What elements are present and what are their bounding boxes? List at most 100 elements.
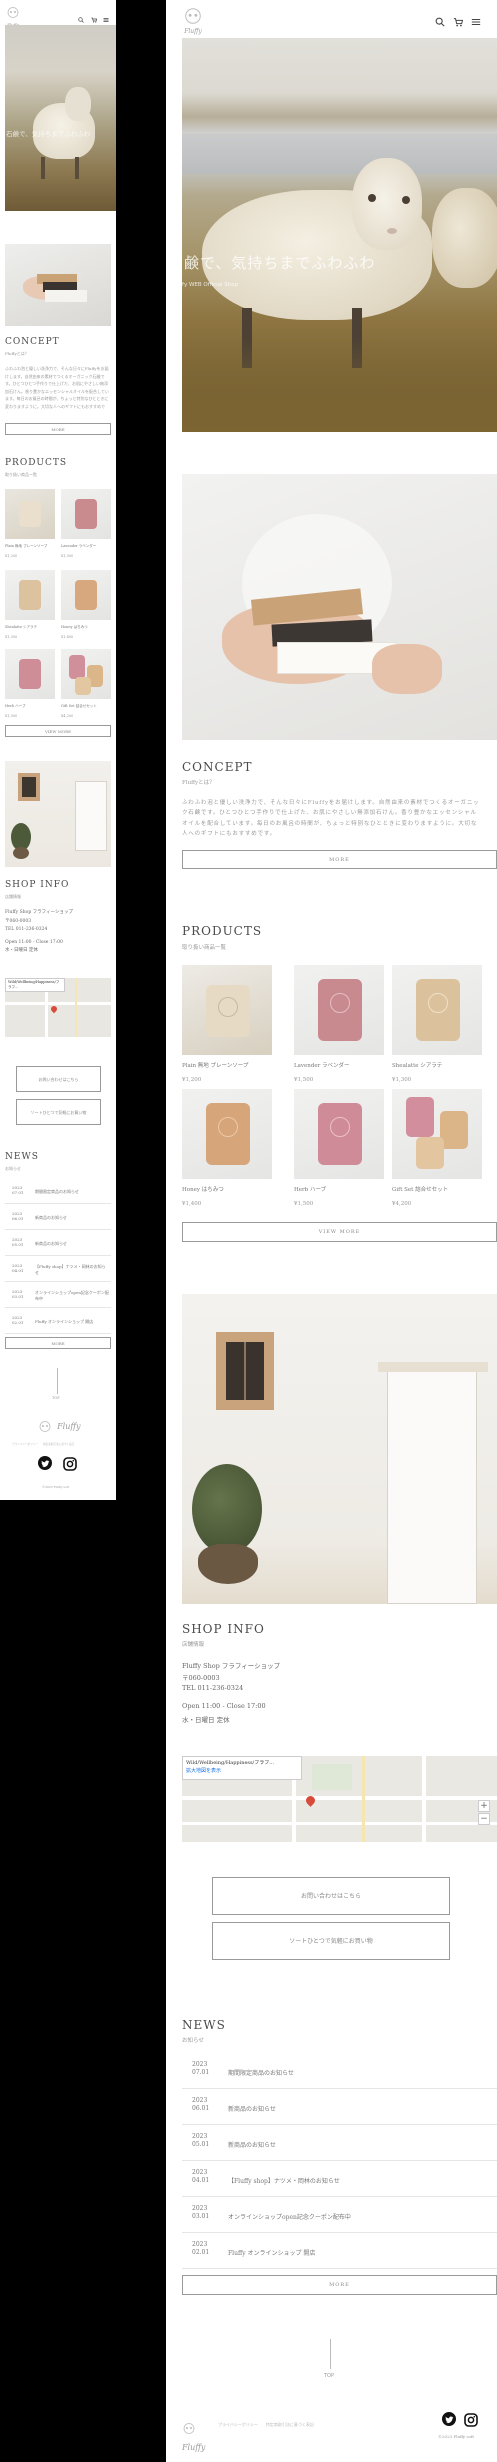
mobile-footer-links[interactable]: プライバシーポリシー 特定商取引法に基づく表記 xyxy=(12,1442,112,1446)
news-title[interactable]: オンラインショップopen記念クーポン配布中 xyxy=(228,2212,351,2221)
product-name[interactable]: Lavender ラベンダー xyxy=(294,1061,350,1069)
product-name[interactable]: Shealatte シアラテ xyxy=(392,1061,442,1069)
mobile-shop-tel: TEL 011-236-0324 xyxy=(5,927,48,932)
news-year: 2023 xyxy=(12,1289,23,1294)
shop-map[interactable]: Wild/Wellbeing/Happiness/フラフ... 拡大地図を表示 … xyxy=(182,1756,497,1842)
mobile-news-more-button[interactable]: MORE xyxy=(5,1337,111,1349)
menu-icon[interactable] xyxy=(103,8,109,22)
footer-logo-text: Fluffy xyxy=(182,2443,206,2452)
mobile-product-image[interactable] xyxy=(5,489,55,539)
concept-more-button[interactable]: MORE xyxy=(182,850,497,869)
mobile-product-price: ¥1,500 xyxy=(5,714,18,718)
menu-icon[interactable] xyxy=(471,12,481,25)
news-title[interactable]: 新商品のお知らせ xyxy=(35,1241,109,1247)
news-row[interactable]: 2023 03.01 オンラインショップopen記念クーポン配布中 xyxy=(182,2197,497,2233)
product-image[interactable] xyxy=(392,1089,482,1179)
product-image[interactable] xyxy=(182,1089,272,1179)
products-view-more-button[interactable]: VIEW MORE xyxy=(182,1222,497,1242)
news-title[interactable]: 新商品のお知らせ xyxy=(228,2140,276,2149)
news-year: 2023 xyxy=(12,1185,23,1190)
footer-logo[interactable]: Fluffy xyxy=(182,2418,212,2452)
footer-links[interactable]: プライバシーポリシー 特定商取引法に基づく表記 xyxy=(218,2422,314,2428)
mobile-product-name[interactable]: Honey はちみつ xyxy=(61,625,113,630)
product-name[interactable]: Honey はちみつ xyxy=(182,1185,224,1193)
news-title[interactable]: 【Fluffy shop】ナツメ・岡林のお知らせ xyxy=(35,1264,109,1275)
mobile-news-row[interactable]: 2023 04.01 【Fluffy shop】ナツメ・岡林のお知らせ xyxy=(5,1258,111,1282)
news-more-button-visible[interactable]: MORE xyxy=(182,2275,497,2295)
pagetop-link[interactable]: TOP xyxy=(324,2373,334,2379)
news-row[interactable]: 2023 04.01 【Fluffy shop】ナツメ・岡林のお知らせ xyxy=(182,2161,497,2197)
shop-zip: 〒060-0003 xyxy=(182,1674,220,1682)
news-title[interactable]: Fluffy オンラインショップ 開店 xyxy=(35,1319,109,1325)
online-shop-button[interactable]: ソートひとつで気軽にお買い物 xyxy=(212,1922,450,1960)
mobile-news-row[interactable]: 2023 02.01 Fluffy オンラインショップ 開店 xyxy=(5,1310,111,1334)
news-title[interactable]: オンラインショップopen記念クーポン配布中 xyxy=(35,1290,109,1301)
product-image[interactable] xyxy=(392,965,482,1055)
mobile-product-name[interactable]: Lavender ラベンダー xyxy=(61,544,113,549)
news-title[interactable]: 【Fluffy shop】ナツメ・岡林のお知らせ xyxy=(228,2176,340,2185)
mobile-product-name[interactable]: Herb ハーブ xyxy=(5,704,57,709)
product-name[interactable]: Plain 無地 プレーンソープ xyxy=(182,1061,248,1069)
mobile-news-row[interactable]: 2023 05.01 新商品のお知らせ xyxy=(5,1232,111,1256)
news-row[interactable]: 2023 05.01 新商品のお知らせ xyxy=(182,2125,497,2161)
news-date: 07.01 xyxy=(12,1190,24,1196)
news-date: 06.01 xyxy=(12,1216,24,1222)
mobile-product-image[interactable] xyxy=(61,649,111,699)
product-price: ¥1,200 xyxy=(182,1077,202,1083)
mobile-product-name[interactable]: Gift Set 詰合せセット xyxy=(61,704,113,709)
mobile-news-row[interactable]: 2023 07.01 期間限定商品のお知らせ xyxy=(5,1180,111,1204)
product-image[interactable] xyxy=(294,1089,384,1179)
news-date: 02.01 xyxy=(12,1320,24,1326)
news-title[interactable]: 新商品のお知らせ xyxy=(228,2104,276,2113)
news-row[interactable]: 2023 07.01 期間限定商品のお知らせ xyxy=(182,2053,497,2089)
mobile-product-image[interactable] xyxy=(5,570,55,620)
news-year: 2023 xyxy=(192,2061,208,2068)
news-year: 2023 xyxy=(192,2133,208,2140)
mobile-news-row[interactable]: 2023 06.01 新商品のお知らせ xyxy=(5,1206,111,1230)
mobile-product-image[interactable] xyxy=(61,489,111,539)
news-title[interactable]: 期間限定商品のお知らせ xyxy=(35,1189,109,1195)
mobile-products-view-more-button[interactable]: VIEW MORE xyxy=(5,725,111,737)
mobile-footer-logo-text: Fluffy xyxy=(57,1422,81,1431)
instagram-icon[interactable] xyxy=(464,2412,478,2427)
concept-image xyxy=(182,474,497,740)
cart-icon[interactable] xyxy=(91,8,98,23)
products-title: PRODUCTS xyxy=(182,924,263,938)
product-name[interactable]: Gift Set 詰合せセット xyxy=(392,1185,448,1193)
mobile-pagetop-link[interactable]: TOP xyxy=(52,1396,60,1400)
news-title[interactable]: 新商品のお知らせ xyxy=(35,1215,109,1221)
mobile-shop-map[interactable]: Wild/Wellbeing/Happiness/フラフ... xyxy=(5,978,111,1037)
contact-button[interactable]: お問い合わせはこちら xyxy=(212,1877,450,1915)
mobile-product-image[interactable] xyxy=(61,570,111,620)
instagram-icon[interactable] xyxy=(63,1456,77,1471)
map-zoom-in-button[interactable]: + xyxy=(478,1800,490,1812)
product-name[interactable]: Herb ハーブ xyxy=(294,1185,326,1193)
hero-subline: Fluffy WEB Official Shop xyxy=(172,282,239,288)
news-title[interactable]: 期間限定商品のお知らせ xyxy=(228,2068,294,2077)
mobile-concept-more-button[interactable]: MORE xyxy=(5,423,111,435)
product-image[interactable] xyxy=(294,965,384,1055)
twitter-icon[interactable] xyxy=(38,1456,52,1470)
news-title[interactable]: Fluffy オンラインショップ 開店 xyxy=(228,2248,315,2257)
search-icon[interactable] xyxy=(435,12,445,27)
news-date: 03.01 xyxy=(12,1294,24,1300)
map-zoom-out-button[interactable]: − xyxy=(478,1813,490,1825)
news-row[interactable]: 2023 06.01 新商品のお知らせ xyxy=(182,2089,497,2125)
news-row[interactable]: 2023 02.01 Fluffy オンラインショップ 開店 xyxy=(182,2233,497,2269)
mobile-product-name[interactable]: Shealatte シアラテ xyxy=(5,625,57,630)
header-logo[interactable]: Fluffy xyxy=(179,8,207,35)
search-icon[interactable] xyxy=(78,8,84,23)
shop-title: SHOP INFO xyxy=(182,1622,265,1636)
mobile-footer-logo[interactable]: Fluffy xyxy=(38,1416,82,1432)
mobile-news-row[interactable]: 2023 03.01 オンラインショップopen記念クーポン配布中 xyxy=(5,1284,111,1308)
product-image[interactable] xyxy=(182,965,272,1055)
products-subtitle: 取り扱い商品一覧 xyxy=(182,945,227,951)
twitter-icon[interactable] xyxy=(442,2412,456,2426)
mobile-product-image[interactable] xyxy=(5,649,55,699)
mobile-logo[interactable]: Fluffy xyxy=(5,3,21,27)
mobile-product-name[interactable]: Plain 無地 プレーンソープ xyxy=(5,544,57,549)
mobile-online-button[interactable]: ソートひとつで気軽にお買い物 xyxy=(16,1099,101,1125)
mobile-contact-button[interactable]: お問い合わせはこちら xyxy=(16,1066,101,1092)
cart-icon[interactable] xyxy=(453,12,464,27)
map-enlarge-link[interactable]: 拡大地図を表示 xyxy=(186,1767,298,1775)
